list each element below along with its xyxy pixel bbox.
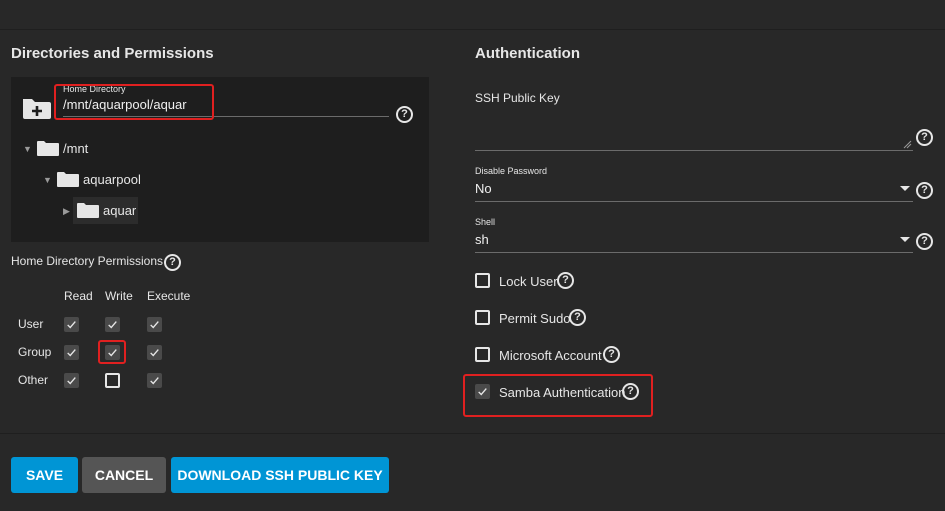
help-icon[interactable]: ? <box>916 182 933 199</box>
ssh-key-textarea[interactable] <box>475 110 913 150</box>
microsoft-account-checkbox[interactable] <box>475 347 490 362</box>
disable-password-underline <box>475 201 913 202</box>
folder-icon <box>57 172 79 187</box>
lock-user-label: Lock User <box>499 274 558 289</box>
perm-row-user: User <box>18 317 44 331</box>
group-execute-checkbox[interactable] <box>147 345 162 360</box>
help-icon[interactable]: ? <box>557 272 574 289</box>
authentication-section-title: Authentication <box>475 45 580 62</box>
check-icon <box>67 321 76 329</box>
user-execute-checkbox[interactable] <box>147 317 162 332</box>
other-execute-checkbox[interactable] <box>147 373 162 388</box>
folder-icon <box>37 141 59 156</box>
shell-select[interactable]: sh <box>475 232 489 247</box>
dropdown-arrow-icon[interactable] <box>900 186 910 191</box>
help-icon[interactable]: ? <box>569 309 586 326</box>
caret-down-icon[interactable]: ▼ <box>23 144 32 154</box>
permit-sudo-checkbox[interactable] <box>475 310 490 325</box>
disable-password-select[interactable]: No <box>475 181 492 196</box>
check-icon <box>150 349 159 357</box>
perm-row-group: Group <box>18 345 52 359</box>
perm-col-write: Write <box>105 289 133 303</box>
tree-item-aquar[interactable]: aquar <box>103 203 136 218</box>
directories-section-title: Directories and Permissions <box>11 45 214 62</box>
ssh-key-underline <box>475 150 913 151</box>
tree-item-mnt[interactable]: /mnt <box>63 141 88 156</box>
shell-underline <box>475 252 913 253</box>
user-read-checkbox[interactable] <box>64 317 79 332</box>
bottom-divider <box>0 433 945 434</box>
check-icon <box>150 377 159 385</box>
ssh-key-label: SSH Public Key <box>475 91 560 105</box>
perm-col-execute: Execute <box>147 289 191 303</box>
check-icon <box>67 349 76 357</box>
group-write-highlight <box>98 340 126 364</box>
caret-down-icon[interactable]: ▼ <box>43 175 52 185</box>
other-read-checkbox[interactable] <box>64 373 79 388</box>
permissions-title: Home Directory Permissions <box>11 254 164 268</box>
save-button[interactable]: SAVE <box>11 457 78 493</box>
dropdown-arrow-icon[interactable] <box>900 237 910 242</box>
help-icon[interactable]: ? <box>916 233 933 250</box>
shell-label: Shell <box>475 217 496 227</box>
group-read-checkbox[interactable] <box>64 345 79 360</box>
check-icon <box>108 321 117 329</box>
samba-highlight <box>463 374 653 417</box>
caret-right-icon[interactable]: ▶ <box>63 206 70 217</box>
check-icon <box>67 377 76 385</box>
perm-row-other: Other <box>18 373 49 387</box>
folder-icon <box>77 203 99 218</box>
home-directory-highlight <box>54 84 214 120</box>
help-icon[interactable]: ? <box>396 106 413 123</box>
add-folder-icon[interactable] <box>22 96 52 120</box>
help-icon[interactable]: ? <box>164 254 181 271</box>
help-icon[interactable]: ? <box>603 346 620 363</box>
user-write-checkbox[interactable] <box>105 317 120 332</box>
cancel-button[interactable]: CANCEL <box>82 457 166 493</box>
other-write-checkbox[interactable] <box>105 373 120 388</box>
directory-tree-panel: Home Directory /mnt/aquarpool/aquar ? ▼ … <box>11 77 429 242</box>
microsoft-account-label: Microsoft Account <box>499 348 602 363</box>
top-divider <box>0 29 945 30</box>
check-icon <box>150 321 159 329</box>
disable-password-label: Disable Password <box>475 166 548 176</box>
lock-user-checkbox[interactable] <box>475 273 490 288</box>
download-ssh-key-button[interactable]: DOWNLOAD SSH PUBLIC KEY <box>171 457 389 493</box>
resize-handle-icon[interactable] <box>903 140 912 149</box>
permit-sudo-label: Permit Sudo <box>499 311 571 326</box>
perm-col-read: Read <box>64 289 93 303</box>
help-icon[interactable]: ? <box>916 129 933 146</box>
tree-item-aquarpool[interactable]: aquarpool <box>83 172 141 187</box>
